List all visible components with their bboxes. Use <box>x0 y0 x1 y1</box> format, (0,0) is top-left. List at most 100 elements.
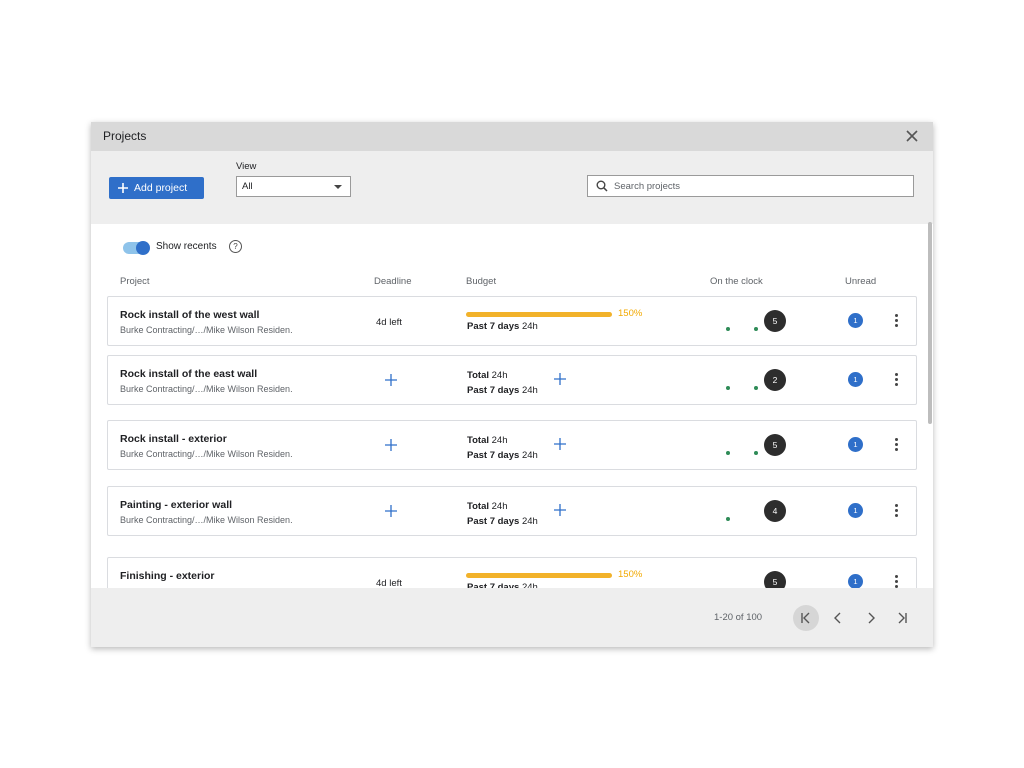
unread-badge: 1 <box>848 372 863 387</box>
view-label: View <box>236 161 257 172</box>
more-options-icon[interactable] <box>890 437 902 453</box>
budget-progress-bar <box>466 573 612 578</box>
past-7-days-label: Past 7 days <box>467 516 520 527</box>
unread-badge: 1 <box>848 437 863 452</box>
help-icon[interactable]: ? <box>229 240 242 253</box>
total-value: 24h <box>491 370 508 381</box>
more-options-icon[interactable] <box>890 313 902 329</box>
status-dot <box>726 517 730 521</box>
add-deadline-icon[interactable] <box>384 373 398 387</box>
on-the-clock-badge[interactable]: 5 <box>764 434 786 456</box>
add-project-button[interactable]: Add project <box>109 177 204 199</box>
budget-progress-fill <box>466 312 612 317</box>
search-input[interactable]: Search projects <box>587 175 914 197</box>
past-7-days-value: 24h <box>521 321 538 332</box>
previous-page-icon[interactable] <box>825 605 851 631</box>
status-dot <box>726 327 730 331</box>
toolbar: Add project View All Search projects <box>91 151 933 224</box>
plus-icon <box>118 183 128 193</box>
scrollbar[interactable] <box>928 222 932 424</box>
search-placeholder: Search projects <box>614 180 681 192</box>
more-options-icon[interactable] <box>890 372 902 388</box>
toggle-knob <box>136 241 150 255</box>
on-the-clock-badge[interactable]: 5 <box>764 310 786 332</box>
project-row[interactable]: Rock install of the east wall Burke Contr… <box>107 355 917 405</box>
view-select[interactable]: All <box>236 176 351 197</box>
project-name: Rock install of the east wall <box>120 368 258 380</box>
project-row[interactable]: Finishing - exterior 4d left 150% Past 7 da… <box>107 557 917 588</box>
project-path: Burke Contracting/…/Mike Wilson Residen. <box>120 515 293 525</box>
add-deadline-icon[interactable] <box>384 504 398 518</box>
add-budget-icon[interactable] <box>553 437 567 451</box>
unread-badge: 1 <box>848 313 863 328</box>
deadline-value: 4d left <box>376 317 402 328</box>
add-project-label: Add project <box>134 182 188 194</box>
status-dot <box>726 451 730 455</box>
status-dot <box>754 451 758 455</box>
next-page-icon[interactable] <box>858 605 884 631</box>
past-7-days-value: 24h <box>521 385 538 396</box>
more-options-icon[interactable] <box>890 503 902 519</box>
column-header-project: Project <box>120 276 150 287</box>
budget-total: Total 24h <box>467 501 508 512</box>
total-value: 24h <box>491 435 508 446</box>
budget-percent: 150% <box>618 308 643 319</box>
unread-badge: 1 <box>848 503 863 518</box>
on-the-clock-badge[interactable]: 2 <box>764 369 786 391</box>
pagination-bar: 1-20 of 100 <box>91 588 933 647</box>
more-options-icon[interactable] <box>890 574 902 588</box>
project-list: Show recents ? Project Deadline Budget O… <box>91 224 933 588</box>
project-name: Rock install - exterior <box>120 433 227 445</box>
total-label: Total <box>467 435 489 446</box>
budget-progress-bar <box>466 312 612 317</box>
add-budget-icon[interactable] <box>553 372 567 386</box>
projects-dialog: Projects Add project View All Search pro… <box>91 122 933 647</box>
budget-past-7-days: Past 7 days 24h <box>467 321 538 332</box>
status-dot <box>754 386 758 390</box>
first-page-icon[interactable] <box>793 605 819 631</box>
last-page-icon[interactable] <box>889 605 915 631</box>
on-the-clock-badge[interactable]: 4 <box>764 500 786 522</box>
total-label: Total <box>467 501 489 512</box>
project-path: Burke Contracting/…/Mike Wilson Residen. <box>120 449 293 459</box>
total-label: Total <box>467 370 489 381</box>
past-7-days-value: 24h <box>521 450 538 461</box>
project-path: Burke Contracting/…/Mike Wilson Residen. <box>120 384 293 394</box>
add-budget-icon[interactable] <box>553 503 567 517</box>
budget-progress-fill <box>466 573 612 578</box>
show-recents-toggle[interactable] <box>123 241 150 255</box>
budget-past-7-days: Past 7 days 24h <box>467 450 538 461</box>
budget-total: Total 24h <box>467 435 508 446</box>
show-recents-label: Show recents <box>156 241 217 252</box>
add-deadline-icon[interactable] <box>384 438 398 452</box>
status-dot <box>754 327 758 331</box>
project-row[interactable]: Painting - exterior wall Burke Contractin… <box>107 486 917 536</box>
close-icon[interactable] <box>903 127 921 145</box>
past-7-days-label: Past 7 days <box>467 450 520 461</box>
project-row[interactable]: Rock install - exterior Burke Contracting… <box>107 420 917 470</box>
column-header-on-the-clock: On the clock <box>710 276 763 287</box>
past-7-days-value: 24h <box>521 516 538 527</box>
caret-down-icon <box>334 185 342 189</box>
search-icon <box>596 180 608 192</box>
dialog-titlebar: Projects <box>91 122 933 151</box>
column-header-deadline: Deadline <box>374 276 412 287</box>
past-7-days-label: Past 7 days <box>467 321 520 332</box>
project-path: Burke Contracting/…/Mike Wilson Residen. <box>120 325 293 335</box>
column-header-budget: Budget <box>466 276 497 287</box>
on-the-clock-badge[interactable]: 5 <box>764 571 786 588</box>
budget-total: Total 24h <box>467 370 508 381</box>
page-range: 1-20 of 100 <box>714 612 763 623</box>
total-value: 24h <box>491 501 508 512</box>
dialog-title: Projects <box>103 129 147 143</box>
project-name: Rock install of the west wall <box>120 309 260 321</box>
deadline-value: 4d left <box>376 578 402 588</box>
budget-percent: 150% <box>618 569 643 580</box>
project-row[interactable]: Rock install of the west wall Burke Contr… <box>107 296 917 346</box>
unread-badge: 1 <box>848 574 863 588</box>
project-name: Painting - exterior wall <box>120 499 233 511</box>
column-header-unread: Unread <box>845 276 877 287</box>
past-7-days-label: Past 7 days <box>467 385 520 396</box>
project-name: Finishing - exterior <box>120 570 215 582</box>
budget-past-7-days: Past 7 days 24h <box>467 516 538 527</box>
